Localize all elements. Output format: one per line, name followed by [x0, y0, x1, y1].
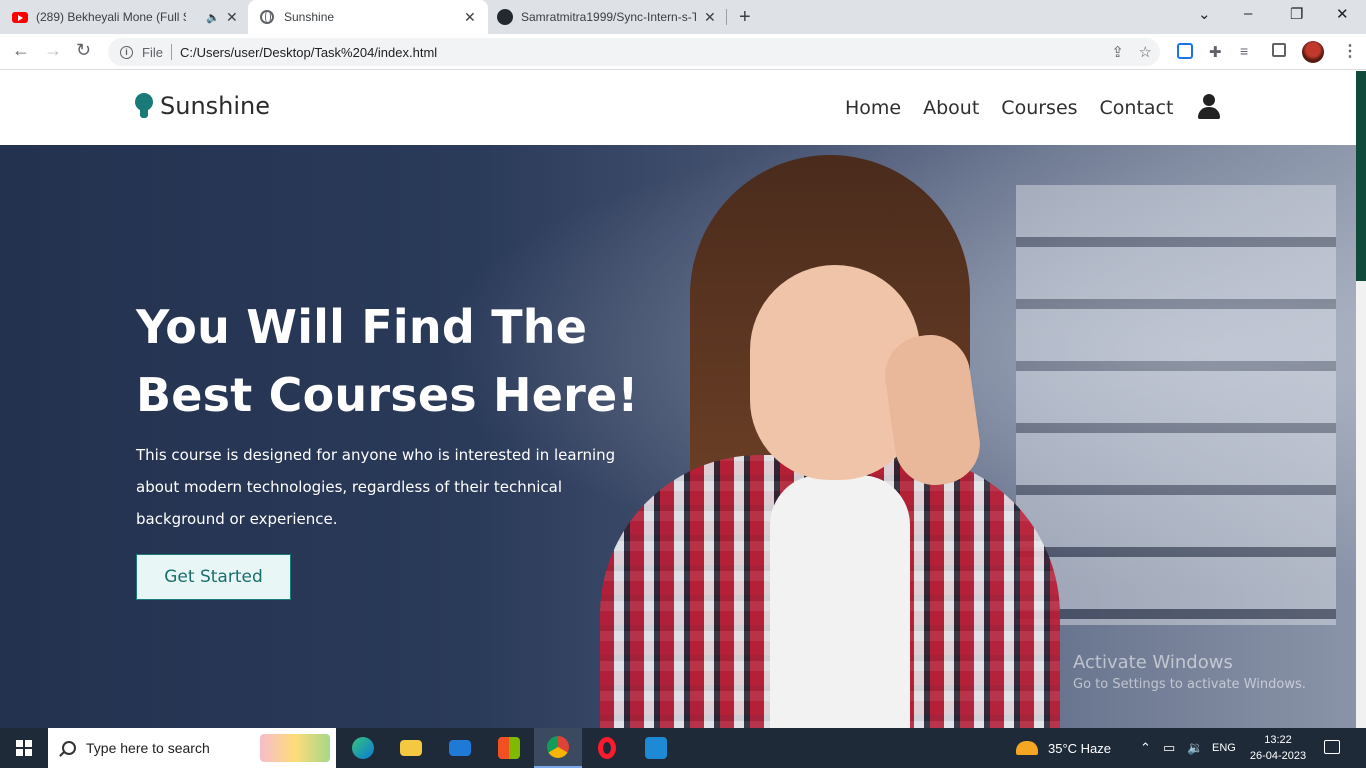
chrome-app-icon[interactable] — [534, 728, 582, 768]
nav-home[interactable]: Home — [845, 97, 901, 119]
tab-separator — [726, 9, 727, 25]
file-label: File — [142, 44, 163, 60]
hero-title-line-1: You Will Find The — [136, 300, 588, 354]
profile-avatar[interactable] — [1302, 41, 1324, 63]
close-tab-icon[interactable]: ✕ — [226, 10, 238, 24]
puzzle-extensions-icon[interactable]: ✚ — [1209, 43, 1225, 61]
notification-center-icon[interactable] — [1324, 740, 1340, 754]
weather-sun-haze-icon — [1016, 741, 1038, 755]
search-placeholder: Type here to search — [86, 740, 210, 756]
github-icon — [497, 9, 513, 25]
hero-title: You Will Find The Best Courses Here! — [136, 293, 656, 429]
watermark-title: Activate Windows — [1073, 652, 1233, 673]
tray-chevron-icon[interactable]: ⌃ — [1140, 728, 1151, 768]
clock-date: 26-04-2023 — [1249, 750, 1307, 762]
lightbulb-icon — [134, 93, 154, 119]
tab-title: (289) Bekheyali Mone (Full S — [36, 10, 186, 24]
hero-section: You Will Find The Best Courses Here! Thi… — [0, 145, 1356, 728]
clock-time: 13:22 — [1264, 734, 1292, 746]
browser-toolbar: ← → ↻ i File C:/Users/user/Desktop/Task%… — [0, 34, 1366, 70]
volume-icon[interactable]: 🔉 — [1187, 728, 1203, 768]
nav-about[interactable]: About — [923, 97, 979, 119]
tab-title: Samratmitra1999/Sync-Intern-s-T — [521, 10, 696, 24]
tab-sunshine[interactable]: Sunshine ✕ — [248, 0, 488, 34]
info-icon[interactable]: i — [120, 45, 133, 59]
site-navbar: Sunshine Home About Courses Contact — [0, 71, 1356, 145]
new-tab-button[interactable]: + — [739, 6, 751, 29]
scrollbar-thumb[interactable] — [1356, 71, 1366, 281]
forward-arrow-icon[interactable]: → — [44, 40, 62, 61]
edge-app-icon[interactable] — [339, 728, 387, 768]
back-arrow-icon[interactable]: ← — [12, 40, 30, 61]
weather-widget[interactable]: 35°C Haze — [1016, 728, 1111, 768]
speaker-icon[interactable]: 🔈 — [206, 11, 220, 24]
watermark-subtitle: Go to Settings to activate Windows. — [1073, 677, 1306, 692]
get-started-button[interactable]: Get Started — [136, 554, 291, 600]
system-clock[interactable]: 13:22 26-04-2023 — [1246, 732, 1310, 764]
store-app-icon[interactable] — [485, 728, 533, 768]
reload-icon[interactable]: ↻ — [76, 40, 91, 61]
tab-youtube[interactable]: (289) Bekheyali Mone (Full S 🔈 ✕ — [12, 0, 248, 34]
language-indicator[interactable]: ENG — [1212, 728, 1236, 768]
globe-icon — [260, 10, 274, 24]
opera-app-icon[interactable] — [583, 728, 631, 768]
screencast-extension-icon[interactable] — [1177, 43, 1193, 59]
close-tab-icon[interactable]: ✕ — [464, 10, 476, 24]
tab-search-chevron-icon[interactable]: ⌄ — [1198, 5, 1211, 23]
bookmark-star-icon[interactable]: ☆ — [1139, 43, 1152, 61]
nav-contact[interactable]: Contact — [1100, 97, 1174, 119]
hero-title-line-2: Best Courses Here! — [136, 368, 639, 422]
browser-tab-strip: (289) Bekheyali Mone (Full S 🔈 ✕ Sunshin… — [0, 0, 1366, 34]
tab-github[interactable]: Samratmitra1999/Sync-Intern-s-T ✕ — [497, 0, 723, 34]
search-highlight-image — [260, 734, 330, 762]
nav-menu: Home About Courses Contact — [845, 97, 1173, 119]
close-tab-icon[interactable]: ✕ — [704, 10, 716, 24]
vscode-app-icon[interactable] — [632, 728, 680, 768]
address-bar[interactable]: i File C:/Users/user/Desktop/Task%204/in… — [108, 38, 1160, 66]
windows-taskbar: Type here to search 35°C Haze ⌃ ▭ 🔉 ENG … — [0, 728, 1366, 768]
media-control-icon[interactable]: ≡ — [1240, 43, 1256, 59]
tab-title: Sunshine — [284, 10, 335, 24]
network-icon[interactable]: ▭ — [1163, 728, 1175, 768]
windows-start-icon[interactable] — [16, 740, 32, 756]
url-text[interactable]: C:/Users/user/Desktop/Task%204/index.htm… — [180, 45, 437, 60]
nav-courses[interactable]: Courses — [1001, 97, 1077, 119]
youtube-icon — [12, 11, 28, 23]
file-explorer-icon[interactable] — [387, 728, 435, 768]
mail-app-icon[interactable] — [436, 728, 484, 768]
restore-icon[interactable]: ❐ — [1290, 5, 1303, 23]
weather-text: 35°C Haze — [1048, 740, 1112, 756]
divider — [170, 44, 172, 60]
windows-activation-watermark: Activate Windows Go to Settings to activ… — [1073, 652, 1306, 692]
brand-logo[interactable]: Sunshine — [134, 92, 270, 120]
search-icon — [62, 741, 76, 755]
side-panel-icon[interactable] — [1272, 43, 1286, 57]
window-close-icon[interactable]: ✕ — [1336, 5, 1349, 23]
page-scrollbar[interactable] — [1356, 71, 1366, 728]
share-icon[interactable]: ⇪ — [1111, 43, 1124, 61]
user-account-icon[interactable] — [1197, 94, 1221, 120]
hero-text-block: You Will Find The Best Courses Here! Thi… — [136, 293, 656, 535]
hero-description: This course is designed for anyone who i… — [136, 446, 616, 528]
taskbar-search[interactable]: Type here to search — [48, 728, 336, 768]
minimize-icon[interactable]: – — [1244, 5, 1252, 22]
brand-name: Sunshine — [160, 92, 271, 120]
more-menu-icon[interactable]: ⋮ — [1342, 41, 1358, 61]
